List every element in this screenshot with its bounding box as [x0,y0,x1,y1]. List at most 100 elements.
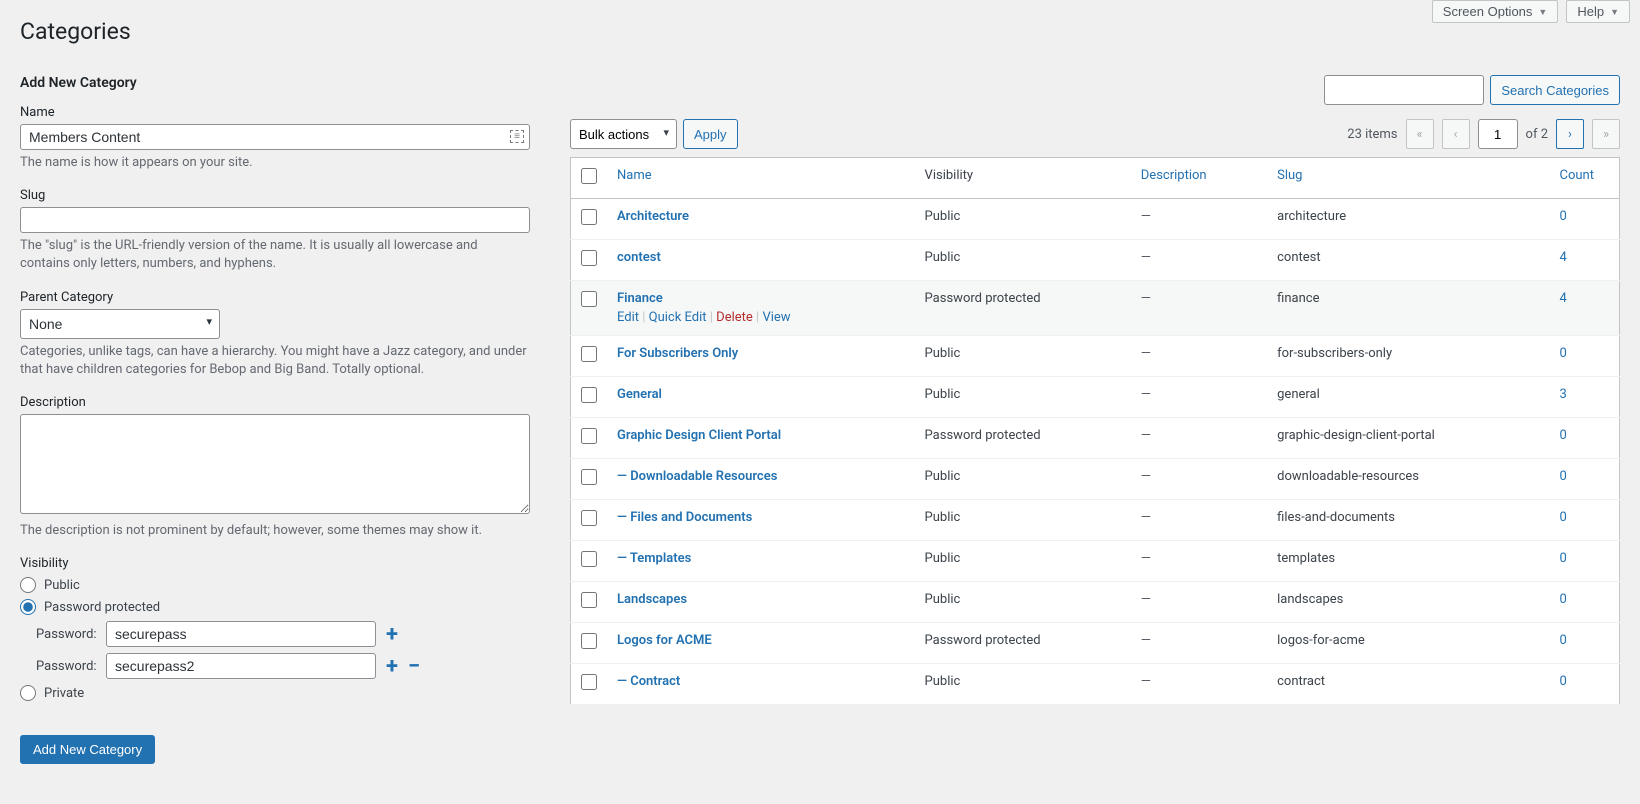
description-cell: — [1131,664,1267,705]
visibility-password-label: Password protected [44,600,160,615]
chevron-down-icon: ▼ [1610,7,1619,17]
select-all-checkbox[interactable] [581,168,597,184]
visibility-label: Visibility [20,556,530,571]
parent-select[interactable]: None [20,309,220,339]
slug-desc: The "slug" is the URL-friendly version o… [20,237,530,273]
count-link[interactable]: 0 [1560,209,1567,224]
count-link[interactable]: 0 [1560,551,1567,566]
col-name[interactable]: Name [607,158,915,199]
category-link[interactable]: — Files and Documents [617,510,752,525]
table-row: GeneralPublic—general3 [571,377,1620,418]
row-checkbox[interactable] [581,428,597,444]
slug-cell: for-subscribers-only [1267,336,1549,377]
current-page-input[interactable] [1478,119,1518,149]
category-link[interactable]: Architecture [617,209,689,224]
password-label-2: Password: [36,659,96,674]
row-checkbox[interactable] [581,551,597,567]
col-visibility: Visibility [915,158,1131,199]
count-link[interactable]: 0 [1560,346,1567,361]
count-link[interactable]: 4 [1560,250,1567,265]
col-description[interactable]: Description [1131,158,1267,199]
visibility-cell: Public [915,664,1131,705]
row-checkbox[interactable] [581,346,597,362]
description-cell: — [1131,377,1267,418]
view-link[interactable]: View [762,310,790,325]
visibility-password-radio[interactable] [20,599,36,615]
remove-password-icon[interactable]: − [408,654,420,679]
description-textarea[interactable] [20,414,530,514]
slug-cell: architecture [1267,199,1549,240]
count-link[interactable]: 0 [1560,633,1567,648]
table-row: Graphic Design Client PortalPassword pro… [571,418,1620,459]
category-link[interactable]: Landscapes [617,592,687,607]
slug-cell: templates [1267,541,1549,582]
items-count: 23 items [1347,127,1397,142]
slug-input[interactable] [20,207,530,233]
col-slug[interactable]: Slug [1267,158,1549,199]
category-link[interactable]: General [617,387,662,402]
next-page-button[interactable]: › [1556,119,1584,149]
quick-edit-link[interactable]: Quick Edit [649,310,707,325]
last-page-button: » [1592,119,1620,149]
parent-desc: Categories, unlike tags, can have a hier… [20,343,530,379]
category-link[interactable]: Logos for ACME [617,633,712,648]
slug-cell: general [1267,377,1549,418]
description-cell: — [1131,623,1267,664]
row-checkbox[interactable] [581,633,597,649]
row-checkbox[interactable] [581,592,597,608]
visibility-cell: Public [915,336,1131,377]
visibility-public-radio[interactable] [20,577,36,593]
visibility-cell: Public [915,240,1131,281]
search-input[interactable] [1324,75,1484,105]
add-password-icon[interactable]: + [386,654,398,679]
row-checkbox[interactable] [581,387,597,403]
visibility-cell: Public [915,199,1131,240]
row-checkbox[interactable] [581,510,597,526]
count-link[interactable]: 0 [1560,592,1567,607]
slug-cell: finance [1267,281,1549,336]
count-link[interactable]: 4 [1560,291,1567,306]
screen-options-button[interactable]: Screen Options▼ [1432,0,1559,23]
count-link[interactable]: 0 [1560,510,1567,525]
password-input-2[interactable] [106,653,376,679]
add-category-button[interactable]: Add New Category [20,735,155,764]
password-input-1[interactable] [106,621,376,647]
form-heading: Add New Category [20,75,530,91]
name-input[interactable] [20,124,530,150]
delete-link[interactable]: Delete [716,310,753,325]
category-link[interactable]: — Templates [617,551,691,566]
category-link[interactable]: — Downloadable Resources [617,469,777,484]
category-link[interactable]: contest [617,250,661,265]
add-password-icon[interactable]: + [386,622,398,647]
search-button[interactable]: Search Categories [1490,75,1620,105]
category-link[interactable]: Finance [617,291,663,306]
count-link[interactable]: 0 [1560,428,1567,443]
row-checkbox[interactable] [581,469,597,485]
count-link[interactable]: 3 [1560,387,1567,402]
edit-link[interactable]: Edit [617,310,639,325]
table-row: Logos for ACMEPassword protected—logos-f… [571,623,1620,664]
bulk-actions-select[interactable]: Bulk actions [570,119,677,149]
count-link[interactable]: 0 [1560,674,1567,689]
row-checkbox[interactable] [581,209,597,225]
name-label: Name [20,105,530,120]
chevron-down-icon: ▼ [1538,7,1547,17]
col-count[interactable]: Count [1550,158,1620,199]
row-checkbox[interactable] [581,250,597,266]
table-row: Finance Edit | Quick Edit | Delete | View… [571,281,1620,336]
row-actions: Edit | Quick Edit | Delete | View [617,310,905,325]
category-link[interactable]: — Contract [617,674,680,689]
apply-button[interactable]: Apply [683,119,738,149]
row-checkbox[interactable] [581,674,597,690]
help-button[interactable]: Help▼ [1566,0,1630,23]
category-link[interactable]: Graphic Design Client Portal [617,428,781,443]
count-link[interactable]: 0 [1560,469,1567,484]
visibility-private-radio[interactable] [20,685,36,701]
description-cell: — [1131,199,1267,240]
category-link[interactable]: For Subscribers Only [617,346,738,361]
table-row: Architecture Public—architecture 0 [571,199,1620,240]
row-checkbox[interactable] [581,291,597,307]
categories-table: Name Visibility Description Slug Count A… [570,157,1620,705]
visibility-cell: Password protected [915,281,1131,336]
table-row: — ContractPublic—contract0 [571,664,1620,705]
